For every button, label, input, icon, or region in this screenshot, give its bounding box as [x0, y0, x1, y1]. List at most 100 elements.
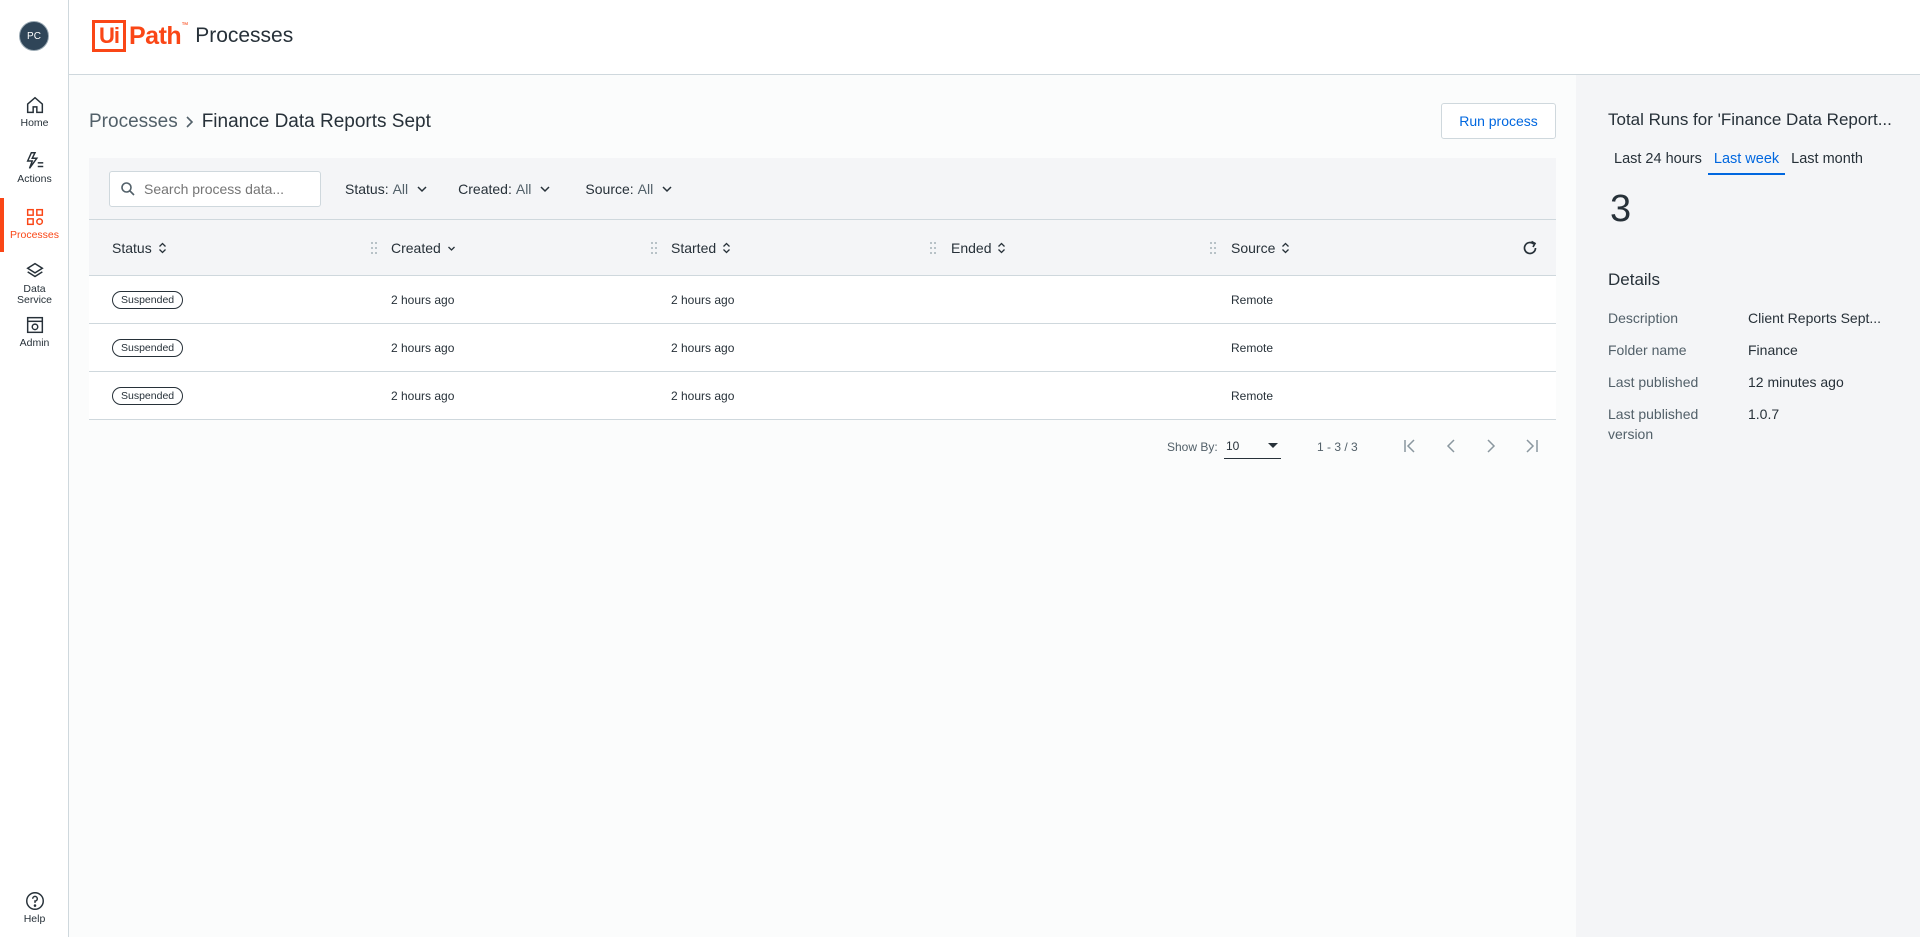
nav-item-help[interactable]: Help — [0, 884, 69, 934]
next-page-button[interactable] — [1481, 436, 1501, 456]
layers-icon — [25, 262, 44, 278]
admin-icon — [26, 316, 43, 334]
first-page-button[interactable] — [1401, 436, 1421, 456]
nav-label-actions: Actions — [17, 173, 52, 185]
run-process-button[interactable]: Run process — [1441, 103, 1556, 139]
help-icon — [25, 892, 44, 910]
detail-label-version: Last published version — [1608, 406, 1699, 442]
last-page-icon — [1526, 439, 1538, 453]
refresh-icon[interactable] — [1520, 238, 1540, 258]
cell-started: 2 hours ago — [671, 389, 735, 403]
nav-item-home[interactable]: Home — [0, 86, 69, 140]
pagination-bar: Show By: 10 1 - 3 / 3 — [89, 420, 1556, 476]
process-grid: Status: All Created: All Source: All S — [89, 158, 1556, 476]
breadcrumb-current: Finance Data Reports Sept — [201, 111, 431, 132]
table-row[interactable]: Suspended 2 hours ago 2 hours ago Remote — [89, 276, 1556, 324]
filter-status-value: All — [392, 180, 409, 197]
cell-source: Remote — [1231, 389, 1274, 403]
logo-ui-mark: Ui — [92, 20, 126, 52]
sort-icon — [158, 242, 166, 254]
chevron-left-icon — [1446, 439, 1455, 453]
column-header-created[interactable]: Created — [391, 220, 456, 276]
column-status-label: Status — [112, 240, 152, 256]
filter-status[interactable]: Status: All — [345, 181, 428, 197]
detail-label-description: Description — [1608, 310, 1679, 326]
column-resize-handle[interactable] — [1209, 240, 1217, 256]
status-badge: Suspended — [112, 387, 184, 405]
home-icon — [26, 96, 43, 114]
column-header-status[interactable]: Status — [112, 220, 167, 276]
app-root: PC Home Actions Processes Data Service A… — [0, 0, 1920, 937]
last-page-button[interactable] — [1521, 436, 1541, 456]
nav-rail: PC Home Actions Processes Data Service A… — [0, 0, 69, 937]
search-icon — [121, 181, 135, 196]
tab-last-24-hours[interactable]: Last 24 hours — [1608, 145, 1708, 175]
breadcrumb: Processes Finance Data Reports Sept — [89, 111, 431, 133]
page-size-select[interactable]: 10 — [1224, 433, 1281, 459]
table-row[interactable]: Suspended 2 hours ago 2 hours ago Remote — [89, 372, 1556, 420]
detail-value-description: Client Reports Sept... — [1748, 310, 1882, 326]
caret-down-icon — [1268, 442, 1278, 448]
page-size-value: 10 — [1226, 438, 1240, 453]
sort-icon — [998, 242, 1006, 254]
chevron-right-icon — [1487, 439, 1496, 453]
column-created-label: Created — [391, 240, 441, 256]
filter-created[interactable]: Created: All — [458, 181, 551, 197]
filter-bar: Status: All Created: All Source: All — [89, 158, 1556, 220]
nav-label-help: Help — [23, 913, 46, 925]
chevron-down-icon — [540, 185, 550, 192]
cell-created: 2 hours ago — [391, 341, 455, 355]
show-by-label: Show By: — [1167, 440, 1218, 454]
filter-created-label: Created: — [458, 180, 512, 197]
nav-label-admin: Admin — [19, 337, 50, 349]
filter-source-label: Source: — [585, 180, 634, 197]
total-runs-title: Total Runs for 'Finance Data Report... — [1608, 110, 1892, 129]
previous-page-button[interactable] — [1441, 436, 1461, 456]
status-badge: Suspended — [112, 339, 184, 357]
column-ended-label: Ended — [951, 240, 992, 256]
search-box[interactable] — [109, 170, 321, 207]
nav-label-data-service: Data Service — [16, 283, 52, 306]
chevron-down-icon — [417, 185, 427, 192]
cell-started: 2 hours ago — [671, 341, 735, 355]
cell-started: 2 hours ago — [671, 293, 735, 307]
nav-item-actions[interactable]: Actions — [0, 142, 69, 196]
tab-last-week[interactable]: Last week — [1707, 145, 1786, 175]
cell-created: 2 hours ago — [391, 293, 455, 307]
breadcrumb-root[interactable]: Processes — [89, 111, 178, 133]
nav-item-processes[interactable]: Processes — [0, 198, 69, 252]
filter-source[interactable]: Source: All — [585, 181, 673, 197]
cell-source: Remote — [1231, 341, 1274, 355]
filter-source-value: All — [637, 180, 654, 197]
sort-descending-icon — [447, 246, 455, 251]
column-started-label: Started — [671, 240, 717, 256]
cell-source: Remote — [1231, 293, 1274, 307]
processes-icon — [26, 208, 43, 226]
nav-item-data-service[interactable]: Data Service — [0, 252, 69, 306]
sort-icon — [1282, 242, 1290, 254]
chevron-down-icon — [662, 185, 672, 192]
column-header-started[interactable]: Started — [671, 220, 731, 276]
total-runs-count: 3 — [1610, 188, 1632, 230]
table-row[interactable]: Suspended 2 hours ago 2 hours ago Remote — [89, 324, 1556, 372]
search-input[interactable] — [144, 180, 314, 197]
cell-created: 2 hours ago — [391, 389, 455, 403]
user-avatar[interactable]: PC — [19, 21, 49, 51]
nav-label-processes: Processes — [9, 229, 60, 241]
nav-item-admin[interactable]: Admin — [0, 306, 69, 360]
page-range: 1 - 3 / 3 — [1317, 440, 1358, 454]
status-badge: Suspended — [112, 291, 184, 309]
column-header-source[interactable]: Source — [1231, 220, 1290, 276]
column-resize-handle[interactable] — [650, 240, 658, 256]
tab-last-month[interactable]: Last month — [1785, 145, 1869, 175]
table-header: Status Created Started Ended Source — [89, 220, 1556, 276]
first-page-icon — [1404, 439, 1415, 453]
column-header-ended[interactable]: Ended — [951, 220, 1006, 276]
time-range-tabs: Last 24 hours Last week Last month — [1608, 145, 1869, 175]
top-header: Ui Path ™ Processes — [69, 0, 1920, 75]
column-resize-handle[interactable] — [370, 240, 378, 256]
logo-path-text: Path — [129, 21, 182, 50]
uipath-logo[interactable]: Ui Path ™ Processes — [92, 20, 293, 52]
column-resize-handle[interactable] — [929, 240, 937, 256]
detail-value-version: 1.0.7 — [1748, 406, 1780, 422]
